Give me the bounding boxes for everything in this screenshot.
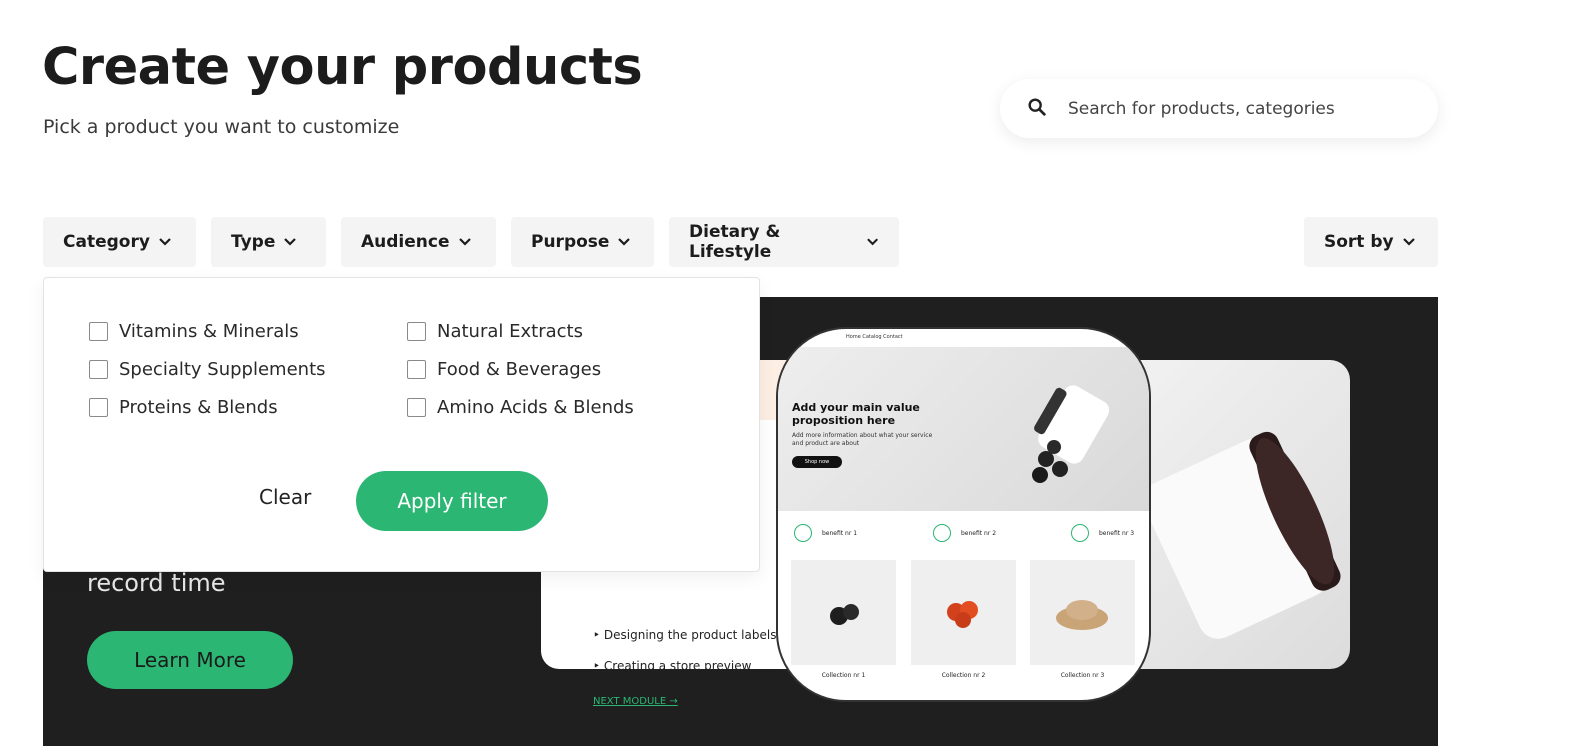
clear-button[interactable]: Clear xyxy=(259,485,311,509)
preview-benefit: benefit nr 2 xyxy=(933,524,996,542)
filter-audience[interactable]: Audience xyxy=(341,217,496,267)
chevron-down-icon xyxy=(458,238,471,246)
checkbox[interactable] xyxy=(89,398,108,417)
course-item: ‣ Designing the product labels xyxy=(593,628,777,642)
option-specialty-supplements[interactable]: Specialty Supplements xyxy=(89,359,326,380)
search-icon xyxy=(1026,96,1048,122)
option-food-beverages[interactable]: Food & Beverages xyxy=(407,359,601,380)
preview-collection-image xyxy=(791,560,896,665)
option-proteins-blends[interactable]: Proteins & Blends xyxy=(89,397,278,418)
checkbox[interactable] xyxy=(89,360,108,379)
course-item: ‣ Creating a store preview xyxy=(593,659,752,673)
filter-dietary-lifestyle[interactable]: Dietary & Lifestyle xyxy=(669,217,899,267)
filter-label: Type xyxy=(231,232,276,252)
filter-label: Category xyxy=(63,232,150,252)
preview-description: Add more information about what your ser… xyxy=(792,432,933,447)
chevron-down-icon xyxy=(1402,238,1415,246)
checkbox[interactable] xyxy=(407,322,426,341)
preview-collection-label: Collection nr 1 xyxy=(821,672,866,679)
filter-label: Dietary & Lifestyle xyxy=(689,222,781,262)
page-title: Create your products xyxy=(42,38,643,97)
leaf-icon xyxy=(1071,524,1089,542)
preview-collection-label: Collection nr 2 xyxy=(941,672,986,679)
filter-label: Purpose xyxy=(531,232,610,252)
preview-collection-label: Collection nr 3 xyxy=(1060,672,1105,679)
leaf-icon xyxy=(794,524,812,542)
preview-benefit: benefit nr 1 xyxy=(794,524,857,542)
sort-by-button[interactable]: Sort by xyxy=(1304,217,1438,267)
filter-category[interactable]: Category xyxy=(43,217,196,267)
preview-nav: Home Catalog Contact xyxy=(846,334,903,340)
chevron-down-icon xyxy=(159,238,171,246)
chevron-down-icon xyxy=(284,238,297,246)
leaf-icon xyxy=(933,524,951,542)
search-input[interactable] xyxy=(1068,98,1398,119)
preview-headline: Add your main value proposition here xyxy=(792,401,920,427)
preview-hero xyxy=(778,347,1149,511)
banner-text: record time xyxy=(87,569,226,597)
page-subtitle: Pick a product you want to customize xyxy=(43,116,400,138)
option-amino-acids-blends[interactable]: Amino Acids & Blends xyxy=(407,397,634,418)
checkbox[interactable] xyxy=(407,360,426,379)
apply-filter-button[interactable]: Apply filter xyxy=(356,471,548,531)
option-vitamins-minerals[interactable]: Vitamins & Minerals xyxy=(89,321,299,342)
page: Create your products Pick a product you … xyxy=(0,0,1574,746)
chevron-down-icon xyxy=(866,238,878,246)
category-dropdown: Vitamins & Minerals Natural Extracts Spe… xyxy=(43,277,760,572)
preview-benefit: benefit nr 3 xyxy=(1071,524,1134,542)
filter-type[interactable]: Type xyxy=(211,217,326,267)
filter-label: Audience xyxy=(361,232,450,252)
sort-label: Sort by xyxy=(1324,232,1394,252)
preview-collection-image xyxy=(911,560,1016,665)
filter-purpose[interactable]: Purpose xyxy=(511,217,654,267)
store-preview-image: Home Catalog Contact Add your main value… xyxy=(776,327,1151,702)
preview-shop-button: Shop now xyxy=(792,456,842,468)
next-module-link: NEXT MODULE → xyxy=(593,696,678,707)
preview-collection-image xyxy=(1030,560,1135,665)
chevron-down-icon xyxy=(618,238,631,246)
checkbox[interactable] xyxy=(89,322,108,341)
search-bar[interactable] xyxy=(1000,79,1438,138)
option-natural-extracts[interactable]: Natural Extracts xyxy=(407,321,583,342)
learn-more-button[interactable]: Learn More xyxy=(87,631,293,689)
checkbox[interactable] xyxy=(407,398,426,417)
